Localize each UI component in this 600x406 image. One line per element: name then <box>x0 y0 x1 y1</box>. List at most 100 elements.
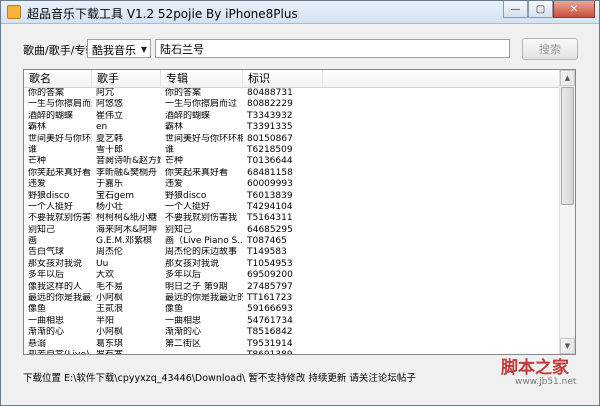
cell-id: T4294104 <box>247 201 293 212</box>
cell-title: 不要我就别伤害我 <box>28 213 92 224</box>
cell-title: 芒种 <box>28 156 47 167</box>
table-row[interactable]: 一个人挺好 杨小壮 一个人挺好 T4294104 <box>24 202 559 213</box>
cell-artist: Uu <box>96 258 109 269</box>
cell-album: 违爱 <box>165 179 184 190</box>
cell-artist: 毛不易 <box>96 281 124 292</box>
close-icon: ✕ <box>569 3 579 15</box>
table-row[interactable]: 告白气球 周杰伦 周杰伦的床边故事 T149583 <box>24 247 559 258</box>
table-row[interactable]: 不要我就别伤害我柯柯柯&纸小糖不要我就别伤害我 T5164311 <box>24 213 559 224</box>
cell-title: 那女孩对我说 <box>28 258 83 269</box>
cell-id: T5164311 <box>247 213 293 224</box>
cell-title: 孤芳自赏(Live) <box>28 349 90 355</box>
table-row[interactable]: 违爱 于嘉乐 违爱 60009993 <box>24 179 559 190</box>
cell-id: T3343932 <box>247 110 293 121</box>
cell-artist: 于嘉乐 <box>96 179 124 190</box>
window-controls: — ▢ ✕ <box>503 1 595 19</box>
table-row[interactable]: 那女孩对我说 Uu 那女孩对我说 T1054953 <box>24 259 559 270</box>
cell-id: T8691389 <box>247 349 293 355</box>
scroll-down-icon[interactable]: ▼ <box>560 338 575 354</box>
column-header-id[interactable]: 标识 <box>243 70 323 87</box>
cell-artist: 小阿枫 <box>96 293 124 304</box>
cell-title: 像我这样的人 <box>28 281 83 292</box>
table-row[interactable]: 像我这样的人 毛不易 明日之子 第9期 27485797 <box>24 282 559 293</box>
cell-id: 60009993 <box>247 179 293 190</box>
table-row[interactable]: 你的答案 阿冗 你的答案 80488731 <box>24 88 559 99</box>
cell-album: 一曲相思 <box>165 315 202 326</box>
cell-artist: 杨小壮 <box>96 201 124 212</box>
search-input[interactable] <box>155 39 510 58</box>
column-header-title[interactable]: 歌名 <box>24 70 92 87</box>
cell-id: T8516842 <box>247 327 293 338</box>
table-row[interactable]: 一曲相思 半阳 一曲相思 54761734 <box>24 316 559 327</box>
cell-title: 最远的你是我最近的... <box>28 293 92 304</box>
maximize-button[interactable]: ▢ <box>528 1 553 18</box>
cell-title: 你笑起来真好看 <box>28 167 92 178</box>
table-row[interactable]: 悬溺 葛东琪 第二街区 T9531914 <box>24 339 559 350</box>
cell-title: 一生与你擦肩而过 <box>28 99 92 110</box>
music-source-select[interactable]: 酷我音乐 ▼ <box>87 39 151 58</box>
cell-album: 谁 <box>165 144 175 155</box>
vertical-scrollbar[interactable]: ▲ ▼ <box>559 70 575 354</box>
cell-album: 那女孩对我说 <box>165 258 220 269</box>
cell-id: 27485797 <box>247 281 293 292</box>
column-header-artist[interactable]: 歌手 <box>92 70 161 87</box>
cell-title: 告白气球 <box>28 247 65 258</box>
cell-album: 霸林 <box>165 122 184 133</box>
cell-id: 64685295 <box>247 224 293 235</box>
cell-id: T3391335 <box>247 122 293 133</box>
column-header-album[interactable]: 专辑 <box>161 70 243 87</box>
cell-title: 野狼disco <box>28 190 70 201</box>
title-bar[interactable]: 超品音乐下载工具 V1.2 52pojie By iPhone8Plus — ▢… <box>1 1 599 24</box>
cell-id: 68481158 <box>247 167 293 178</box>
cell-title: 一曲相思 <box>28 315 65 326</box>
cell-artist: 王贰浪 <box>96 304 124 315</box>
cell-album: 第二街区 <box>165 338 202 349</box>
cell-title: 酒醉的蝴蝶 <box>28 110 74 121</box>
main-window: 超品音乐下载工具 V1.2 52pojie By iPhone8Plus — ▢… <box>0 0 600 406</box>
table-row[interactable]: 霸林 en 霸林 T3391335 <box>24 122 559 133</box>
table-row[interactable]: 多年以后 大欢 多年以后 69509200 <box>24 270 559 281</box>
cell-album: 多年以后 <box>165 270 202 281</box>
watermark-main: 脚本之家 <box>501 358 569 378</box>
cell-artist: 大欢 <box>96 270 115 281</box>
cell-artist: G.E.M.邓紫棋 <box>96 236 153 247</box>
table-row[interactable]: 世间美好与你环环相扣夏艺韩世间美好与你环环相扣80150867 <box>24 134 559 145</box>
cell-id: T087465 <box>247 236 287 247</box>
cell-id: T1054953 <box>247 258 293 269</box>
cell-title: 画 <box>28 236 38 247</box>
music-source-value: 酷我音乐 <box>92 44 136 57</box>
table-row[interactable]: 渐渐的心 小阿枫 渐渐的心 T8516842 <box>24 327 559 338</box>
table-row[interactable]: 像鱼 王贰浪 像鱼 59166693 <box>24 304 559 315</box>
table-body: 你的答案阿冗你的答案80488731一生与你擦肩而过阿悠悠一生与你擦肩而过808… <box>24 88 559 355</box>
cell-title: 谁 <box>28 144 38 155</box>
table-row[interactable]: 孤芳自赏(Live) 罗有宽 T8691389 <box>24 349 559 355</box>
table-row[interactable]: 酒醉的蝴蝶 崔伟立 酒醉的蝴蝶 T3343932 <box>24 111 559 122</box>
table-row[interactable]: 野狼disco 宝石gem 野狼disco T6013839 <box>24 191 559 202</box>
cell-artist: 夏艺韩 <box>96 133 124 144</box>
cell-id: 80882229 <box>247 99 293 110</box>
table-row[interactable]: 最远的你是我最近的...小阿枫最远的你是我最近的...TT161723 <box>24 293 559 304</box>
scroll-up-icon[interactable]: ▲ <box>560 70 575 86</box>
table-row[interactable]: 谁 雪十郎 谁 T6218509 <box>24 145 559 156</box>
search-label: 歌曲/歌手/专辑 <box>23 44 97 57</box>
scroll-thumb[interactable] <box>561 87 574 205</box>
table-row[interactable]: 画 G.E.M.邓紫棋 画（Live Piano S... T087465 <box>24 236 559 247</box>
cell-album: 周杰伦的床边故事 <box>165 247 238 258</box>
cell-artist: 阿悠悠 <box>96 99 124 110</box>
close-button[interactable]: ✕ <box>553 1 595 18</box>
cell-album: 画（Live Piano S... <box>165 236 243 247</box>
table-row[interactable]: 别知己 海来阿木&阿呷 别知己 64685295 <box>24 225 559 236</box>
cell-album: 酒醉的蝴蝶 <box>165 110 211 121</box>
table-row[interactable]: 一生与你擦肩而过阿悠悠一生与你擦肩而过80882229 <box>24 99 559 110</box>
cell-title: 像鱼 <box>28 304 47 315</box>
cell-title: 违爱 <box>28 179 47 190</box>
cell-artist: 小阿枫 <box>96 327 124 338</box>
cell-artist: 周杰伦 <box>96 247 124 258</box>
cell-id: 59166693 <box>247 304 293 315</box>
table-row[interactable]: 芒种 音阙诗听&赵方婧 芒种 T0136644 <box>24 156 559 167</box>
search-button[interactable]: 搜索 <box>522 38 578 60</box>
table-row[interactable]: 你笑起来真好看 李昕融&樊桐舟 你笑起来真好看 68481158 <box>24 168 559 179</box>
minimize-button[interactable]: — <box>503 1 528 18</box>
cell-artist: 柯柯柯&纸小糖 <box>96 213 158 224</box>
cell-artist: 崔伟立 <box>96 110 124 121</box>
